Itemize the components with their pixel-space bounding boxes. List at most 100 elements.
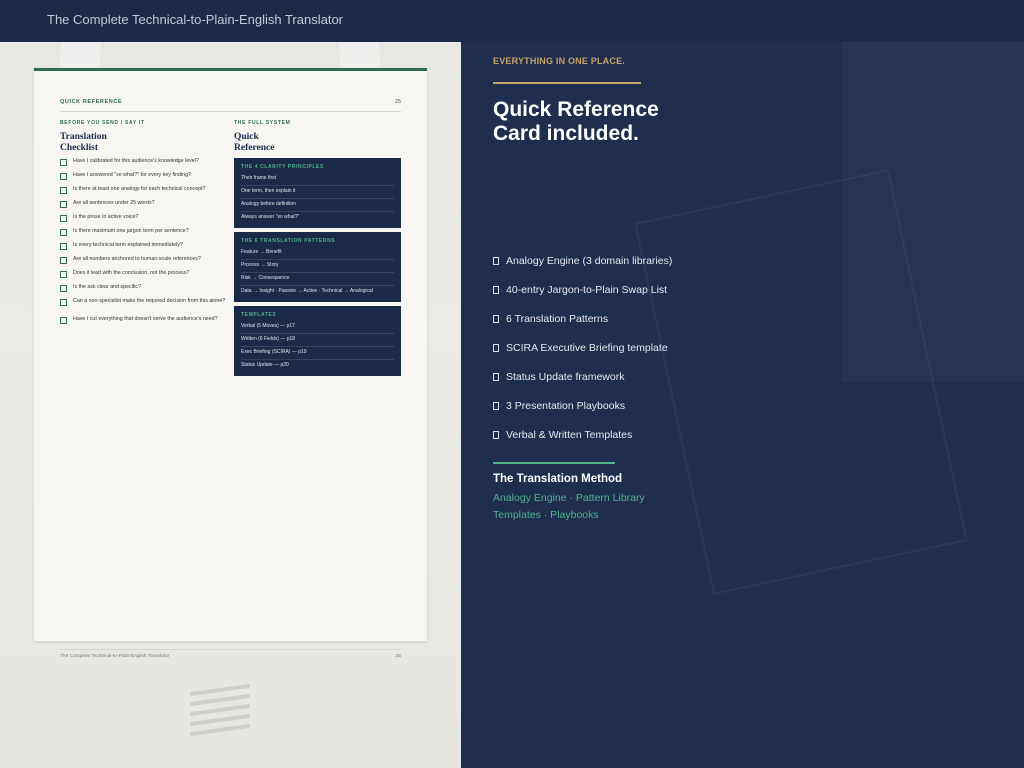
box-bullet-icon (493, 314, 499, 323)
checklist-title: Translation Checklist (60, 132, 230, 154)
box-bullet-icon (493, 343, 499, 352)
box-bullet-icon (493, 401, 499, 410)
box-bullet-icon (493, 430, 499, 439)
method-subtitle-line1: Analogy Engine · Pattern Library (493, 492, 645, 504)
card-item: Verbal (5 Moves) — p17 (241, 321, 394, 334)
checkbox-icon (60, 200, 67, 208)
checklist-item: Have I cut everything that doesn't serve… (60, 316, 230, 330)
card-item: Process → Story (241, 260, 394, 273)
checklist-item: Are all sentences under 25 words? (60, 200, 230, 214)
checkbox-icon (60, 242, 67, 250)
clarity-principles-card: THE 4 CLARITY PRINCIPLES Their frame fir… (234, 158, 401, 228)
feature-item: 40-entry Jargon-to-Plain Swap List (493, 275, 672, 304)
reference-title-line2: Reference (234, 143, 275, 153)
checklist-item-text: Have I answered "so what?" for every key… (73, 172, 191, 178)
checklist-item-text: Is there maximum one jargon term per sen… (73, 228, 189, 234)
checklist-item: Are all numbers anchored to human-scale … (60, 256, 230, 270)
checklist-kicker: BEFORE YOU SEND / SAY IT (60, 120, 145, 126)
promo-kicker: EVERYTHING IN ONE PLACE. (493, 56, 625, 66)
checklist-item-text: Are all sentences under 25 words? (73, 200, 155, 206)
page-footer-number: 25 (395, 654, 401, 659)
checkbox-icon (60, 256, 67, 264)
checklist-column: BEFORE YOU SEND / SAY IT Translation Che… (60, 120, 230, 330)
checklist-title-line2: Checklist (60, 143, 98, 153)
feature-item: Status Update framework (493, 362, 672, 391)
checklist-title-line1: Translation (60, 132, 107, 142)
checkbox-icon (60, 186, 67, 194)
page-top-rule (34, 68, 427, 71)
card-item: Feature → Benefit (241, 247, 394, 260)
checklist-item-text: Is every technical term explained immedi… (73, 242, 183, 248)
checklist-item-text: Is there at least one analogy for each t… (73, 186, 206, 192)
spiral-binding-decoration (190, 682, 250, 752)
checkbox-icon (60, 172, 67, 180)
method-rule (493, 462, 615, 464)
card-title: THE 6 TRANSLATION PATTERNS (241, 238, 336, 244)
checklist-item-text: Have I calibrated for this audience's kn… (73, 158, 199, 164)
card-item: Exec Briefing (SCIRA) — p19 (241, 347, 394, 360)
checkbox-icon (60, 298, 67, 306)
checklist-item: Is the ask clear and specific? (60, 284, 230, 298)
top-bar: The Complete Technical-to-Plain-English … (0, 0, 1024, 42)
box-bullet-icon (493, 372, 499, 381)
checklist-item: Is there at least one analogy for each t… (60, 186, 230, 200)
feature-item-text: 6 Translation Patterns (506, 312, 609, 325)
card-item: Analogy before definition (241, 199, 394, 212)
checkbox-icon (60, 270, 67, 278)
checklist-item-text: Does it lead with the conclusion, not th… (73, 270, 190, 276)
checklist-item-text: Is the ask clear and specific? (73, 284, 142, 290)
checklist-item: Is every technical term explained immedi… (60, 242, 230, 256)
card-item: Their frame first (241, 173, 394, 186)
page-header-number: 25 (394, 99, 401, 105)
background-shape-decoration (841, 42, 1024, 382)
checkbox-icon (60, 316, 67, 324)
feature-item: Analogy Engine (3 domain libraries) (493, 246, 672, 275)
checklist: Have I calibrated for this audience's kn… (60, 158, 230, 330)
checklist-item: Is the prose in active voice? (60, 214, 230, 228)
page-footer-text: The Complete Technical-to-Plain-English … (60, 654, 170, 659)
feature-item: SCIRA Executive Briefing template (493, 333, 672, 362)
checklist-item: Can a non-specialist make the required d… (60, 298, 230, 316)
checkbox-icon (60, 214, 67, 222)
checklist-item: Is there maximum one jargon term per sen… (60, 228, 230, 242)
checklist-item: Have I calibrated for this audience's kn… (60, 158, 230, 172)
page-footer-divider (60, 649, 401, 650)
box-bullet-icon (493, 285, 499, 294)
feature-item: Verbal & Written Templates (493, 420, 672, 449)
promo-headline-line2: Card included. (493, 122, 639, 145)
card-item: Risk → Consequence (241, 273, 394, 286)
checklist-item-text: Are all numbers anchored to human-scale … (73, 256, 201, 262)
feature-item-text: Status Update framework (506, 370, 625, 383)
page-header-divider (60, 111, 401, 112)
feature-item-text: Analogy Engine (3 domain libraries) (506, 254, 673, 267)
checklist-item-text: Is the prose in active voice? (73, 214, 139, 220)
checkbox-icon (60, 228, 67, 236)
feature-item: 6 Translation Patterns (493, 304, 672, 333)
checklist-item: Does it lead with the conclusion, not th… (60, 270, 230, 284)
reference-column: THE FULL SYSTEM Quick Reference THE 4 CL… (234, 120, 401, 376)
checklist-item-text: Have I cut everything that doesn't serve… (73, 316, 218, 322)
promo-headline-line1: Quick Reference (493, 98, 659, 121)
card-item: Written (6 Fields) — p18 (241, 334, 394, 347)
checklist-item: Have I answered "so what?" for every key… (60, 172, 230, 186)
page-header-label: QUICK REFERENCE (60, 99, 123, 105)
feature-item-text: 3 Presentation Playbooks (506, 399, 626, 412)
promo-kicker-rule (493, 82, 641, 84)
document-page: QUICK REFERENCE 25 BEFORE YOU SEND / SAY… (34, 68, 427, 659)
feature-item-text: Verbal & Written Templates (506, 428, 633, 441)
app-title: The Complete Technical-to-Plain-English … (47, 12, 344, 27)
card-item: One term, then explain it (241, 186, 394, 199)
templates-card: TEMPLATES Verbal (5 Moves) — p17 Written… (234, 306, 401, 376)
promo-headline: Quick Reference Card included. (493, 98, 793, 146)
card-title: TEMPLATES (241, 312, 277, 318)
reference-title-line1: Quick (234, 132, 259, 142)
feature-item-text: 40-entry Jargon-to-Plain Swap List (506, 283, 668, 296)
card-item: Status Update — p20 (241, 362, 289, 368)
reference-kicker: THE FULL SYSTEM (234, 120, 291, 126)
reference-title: Quick Reference (234, 132, 401, 154)
feature-item: 3 Presentation Playbooks (493, 391, 672, 420)
checklist-item-text: Can a non-specialist make the required d… (73, 298, 226, 304)
box-bullet-icon (493, 256, 499, 265)
feature-list: Analogy Engine (3 domain libraries) 40-e… (493, 246, 672, 449)
checkbox-icon (60, 158, 67, 166)
